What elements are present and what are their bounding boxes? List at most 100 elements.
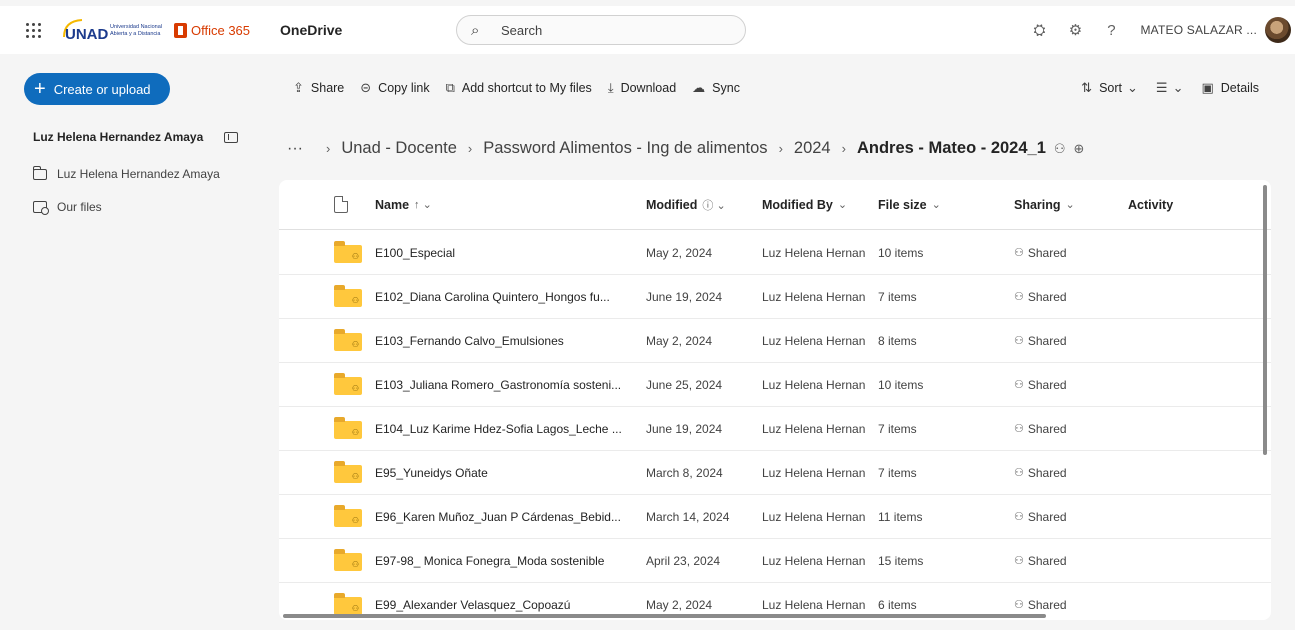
vertical-scrollbar[interactable] [1263, 185, 1267, 455]
table-row[interactable]: ⚇ E102_Diana Carolina Quintero_Hongos fu… [279, 275, 1271, 319]
sharing-status[interactable]: ⚇ Shared [1014, 539, 1114, 582]
column-header-file-size[interactable]: File size ⌄ [878, 180, 988, 229]
sharing-status[interactable]: ⚇ Shared [1014, 451, 1114, 494]
people-icon: ⚇ [1014, 467, 1024, 479]
file-name[interactable]: E96_Karen Muñoz_Juan P Cárdenas_Bebid... [375, 495, 633, 538]
sharing-status[interactable]: ⚇ Shared [1014, 363, 1114, 406]
view-switcher-button[interactable]: ☰ ⌄ [1156, 80, 1184, 96]
sharing-status[interactable]: ⚇ Shared [1014, 231, 1114, 274]
file-size: 11 items [878, 509, 923, 524]
table-row[interactable]: ⚇ E104_Luz Karime Hdez-Sofia Lagos_Leche… [279, 407, 1271, 451]
file-name[interactable]: E97-98_ Monica Fonegra_Moda sostenible [375, 539, 633, 582]
sharing-status[interactable]: ⚇ Shared [1014, 275, 1114, 318]
org-explorer-icon[interactable]: ⛭ [1026, 17, 1052, 43]
sidebar-item-library[interactable]: Luz Helena Hernandez Amaya [32, 165, 220, 181]
modified-date: May 2, 2024 [646, 333, 713, 348]
shared-folder-icon: ⚇ [334, 416, 362, 439]
breadcrumb-item[interactable]: Unad - Docente [341, 139, 457, 158]
file-name[interactable]: E104_Luz Karime Hdez-Sofia Lagos_Leche .… [375, 407, 633, 450]
breadcrumb-item[interactable]: Password Alimentos - Ing de alimentos [483, 139, 767, 158]
chevron-right-icon: › [841, 141, 846, 156]
suite-name: Office 365 [191, 22, 251, 38]
office365-logo[interactable]: Office 365 [174, 22, 251, 38]
add-shortcut-button[interactable]: ⧉ Add shortcut to My files [446, 80, 592, 96]
command-bar: ⇪ Share ⊝ Copy link ⧉ Add shortcut to My… [293, 80, 756, 96]
details-button[interactable]: ▣ Details [1201, 80, 1259, 96]
app-launcher-icon[interactable] [22, 19, 44, 41]
chevron-down-icon: ⌄ [1127, 80, 1138, 95]
modified-by[interactable]: Luz Helena Hernan [762, 407, 874, 450]
people-icon: ⚇ [1014, 511, 1024, 523]
file-size: 15 items [878, 553, 924, 568]
avatar[interactable] [1265, 17, 1291, 43]
file-size: 7 items [878, 421, 917, 436]
sort-button[interactable]: ⇅ Sort ⌄ [1081, 80, 1138, 96]
shared-people-icon[interactable]: ⚇ [1054, 141, 1066, 157]
shared-folder-icon: ⚇ [334, 240, 362, 263]
modified-by[interactable]: Luz Helena Hernan [762, 539, 874, 582]
unad-logo[interactable]: UNAD Universidad Nacional Abierta y a Di… [60, 15, 168, 45]
file-name[interactable]: E95_Yuneidys Oñate [375, 451, 633, 494]
table-row[interactable]: ⚇ E100_Especial May 2, 2024 Luz Helena H… [279, 231, 1271, 275]
column-header-modified-by[interactable]: Modified By ⌄ [762, 180, 874, 229]
chevron-right-icon: › [325, 141, 331, 156]
share-icon: ⇪ [293, 80, 304, 95]
svg-text:UNAD: UNAD [65, 26, 108, 43]
file-type-header[interactable] [334, 180, 364, 229]
settings-gear-icon[interactable]: ⚙ [1062, 17, 1088, 43]
sharing-status[interactable]: ⚇ Shared [1014, 495, 1114, 538]
column-header-sharing[interactable]: Sharing ⌄ [1014, 180, 1114, 229]
breadcrumb-item[interactable]: 2024 [794, 139, 831, 158]
user-name[interactable]: MATEO SALAZAR ... [1140, 23, 1257, 37]
modified-by[interactable]: Luz Helena Hernan [762, 319, 874, 362]
app-name[interactable]: OneDrive [280, 22, 342, 38]
shortcut-icon: ⧉ [445, 80, 455, 95]
chevron-down-icon: ⌄ [837, 199, 848, 211]
info-icon: ⓘ ⌄ [702, 199, 726, 212]
file-size: 8 items [878, 333, 917, 348]
shared-folder-icon: ⚇ [334, 460, 362, 483]
file-name[interactable]: E103_Juliana Romero_Gastronomía sosteni.… [375, 363, 633, 406]
table-row[interactable]: ⚇ E103_Fernando Calvo_Emulsiones May 2, … [279, 319, 1271, 363]
search-box[interactable]: ⌕ [456, 15, 746, 45]
globe-icon[interactable]: ⊕ [1074, 141, 1085, 157]
file-list: Name ↑ ⌄ Modified ⓘ ⌄ Modified By ⌄ File… [279, 180, 1271, 620]
modified-by[interactable]: Luz Helena Hernan [762, 451, 874, 494]
table-row[interactable]: ⚇ E103_Juliana Romero_Gastronomía sosten… [279, 363, 1271, 407]
column-header-activity[interactable]: Activity [1128, 180, 1228, 229]
modified-by[interactable]: Luz Helena Hernan [762, 363, 874, 406]
table-row[interactable]: ⚇ E95_Yuneidys Oñate March 8, 2024 Luz H… [279, 451, 1271, 495]
help-icon[interactable]: ? [1098, 17, 1124, 43]
file-name[interactable]: E100_Especial [375, 231, 633, 274]
sync-button[interactable]: ☁ Sync [692, 80, 740, 96]
chevron-down-icon: ⌄ [1065, 199, 1075, 211]
file-name[interactable]: E102_Diana Carolina Quintero_Hongos fu..… [375, 275, 633, 318]
horizontal-scrollbar[interactable] [283, 614, 1046, 618]
sharing-status[interactable]: ⚇ Shared [1014, 407, 1114, 450]
column-header-row: Name ↑ ⌄ Modified ⓘ ⌄ Modified By ⌄ File… [279, 180, 1271, 230]
search-input[interactable] [499, 21, 729, 39]
create-or-upload-button[interactable]: + Create or upload [24, 73, 170, 105]
people-icon: ⚇ [1014, 379, 1024, 391]
modified-by[interactable]: Luz Helena Hernan [762, 231, 874, 274]
column-header-modified[interactable]: Modified ⓘ ⌄ [646, 180, 754, 229]
download-button[interactable]: ⤓ Download [608, 80, 676, 96]
chevron-right-icon: › [467, 141, 473, 156]
modified-by[interactable]: Luz Helena Hernan [762, 275, 874, 318]
folder-icon [32, 165, 47, 180]
sidebar-item-our-files[interactable]: Our files [33, 200, 102, 215]
search-icon: ⌕ [471, 21, 480, 39]
column-header-name[interactable]: Name ↑ ⌄ [375, 180, 633, 229]
view-options: ⇅ Sort ⌄ ☰ ⌄ ▣ Details [1063, 80, 1259, 96]
file-name[interactable]: E103_Fernando Calvo_Emulsiones [375, 319, 633, 362]
file-size: 7 items [878, 465, 917, 480]
table-row[interactable]: ⚇ E96_Karen Muñoz_Juan P Cárdenas_Bebid.… [279, 495, 1271, 539]
download-icon: ⤓ [607, 80, 614, 95]
copy-link-button[interactable]: ⊝ Copy link [360, 80, 429, 96]
sharing-status[interactable]: ⚇ Shared [1014, 319, 1114, 362]
collapse-pane-icon[interactable] [224, 131, 238, 143]
share-button[interactable]: ⇪ Share [293, 80, 344, 96]
modified-by[interactable]: Luz Helena Hernan [762, 495, 874, 538]
table-row[interactable]: ⚇ E97-98_ Monica Fonegra_Moda sostenible… [279, 539, 1271, 583]
breadcrumb-more-button[interactable]: ··· [287, 140, 303, 158]
